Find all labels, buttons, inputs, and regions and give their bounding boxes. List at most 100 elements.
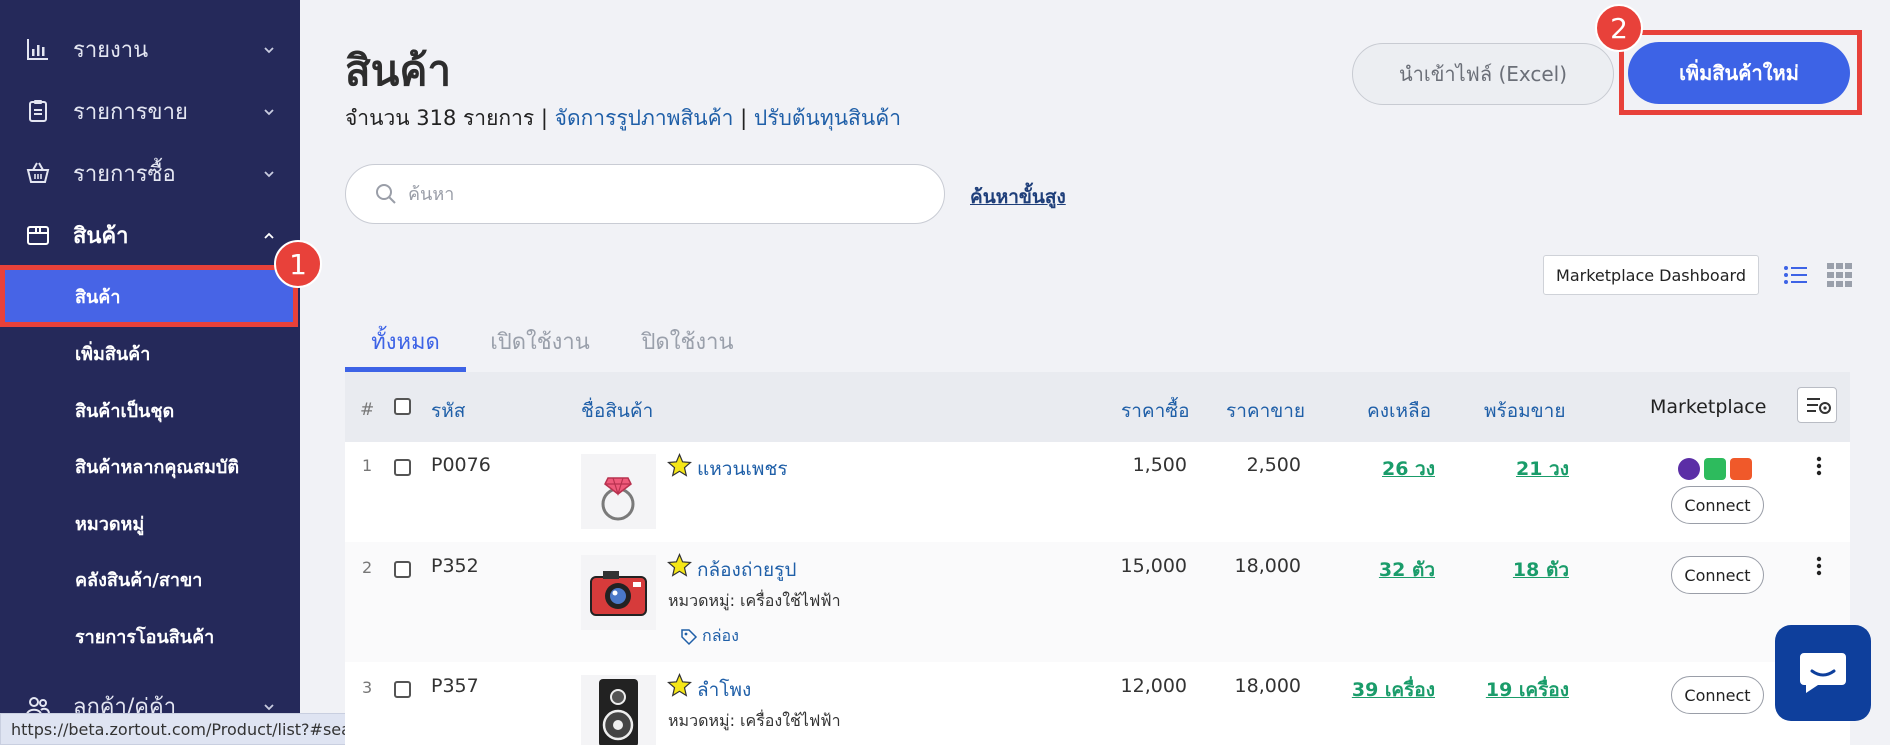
sidebar-subitem-label: รายการโอนสินค้า (75, 626, 215, 648)
table-row[interactable]: 2 P352 กล้องถ่ายรูป หมวดหมู่: เครื่องใช้… (345, 542, 1850, 662)
separator: | (740, 106, 748, 130)
product-name-link[interactable]: แหวนเพชร (697, 454, 788, 484)
col-sell-price[interactable]: ราคาขาย (1226, 396, 1305, 426)
row-checkbox[interactable] (394, 681, 411, 698)
sell-price: 18,000 (1234, 555, 1301, 577)
ready-stock-link[interactable]: 21 วง (1429, 454, 1569, 484)
row-number: 3 (362, 678, 373, 697)
connect-button[interactable]: Connect (1671, 486, 1764, 524)
tab-all[interactable]: ทั้งหมด (345, 310, 466, 372)
advanced-search-link[interactable]: ค้นหาขั้นสูง (970, 182, 1066, 212)
chat-bubble-icon (1800, 653, 1846, 693)
shopee-icon (1730, 458, 1752, 480)
product-category: หมวดหมู่: เครื่องใช้ไฟฟ้า (668, 591, 841, 610)
line-shopping-icon (1704, 458, 1726, 480)
chevron-down-icon (262, 42, 276, 56)
chat-support-button[interactable] (1775, 625, 1871, 721)
lazada-icon (1678, 458, 1700, 480)
sidebar-subitem-label: หมวดหมู่ (75, 513, 145, 535)
page-title: สินค้า (345, 46, 452, 95)
sidebar-subitem-categories[interactable]: หมวดหมู่ (0, 498, 300, 548)
ready-stock-link[interactable]: 19 เครื่อง (1429, 675, 1569, 705)
row-checkbox[interactable] (394, 459, 411, 476)
connect-button[interactable]: Connect (1671, 676, 1764, 714)
sidebar-item-purchases[interactable]: รายการซื้อ (0, 145, 300, 201)
tab-inactive[interactable]: ปิดใช้งาน (630, 310, 745, 372)
col-name[interactable]: ชื่อสินค้า (581, 396, 653, 426)
col-ready[interactable]: พร้อมขาย (1484, 396, 1565, 426)
product-name-link[interactable]: กล้องถ่ายรูป (697, 555, 796, 585)
table-row[interactable]: 1 P0076 แหวนเพชร 1,500 2,500 26 วง 21 วง… (345, 442, 1850, 542)
import-excel-button[interactable]: นำเข้าไฟล์ (Excel) (1352, 43, 1614, 105)
column-settings-icon[interactable] (1797, 387, 1837, 423)
sidebar-item-reports[interactable]: รายงาน (0, 21, 300, 77)
search-icon (373, 181, 399, 207)
col-remaining[interactable]: คงเหลือ (1367, 396, 1431, 426)
more-options-icon[interactable] (1816, 456, 1822, 476)
grid-view-icon[interactable] (1827, 263, 1853, 287)
chevron-down-icon (262, 699, 276, 713)
sidebar-item-sales[interactable]: รายการขาย (0, 83, 300, 139)
box-icon (25, 222, 51, 248)
tab-active[interactable]: เปิดใช้งาน (485, 310, 595, 372)
product-code: P352 (431, 555, 479, 577)
product-thumbnail[interactable] (581, 675, 656, 745)
product-tag[interactable]: กล่อง (680, 624, 739, 649)
more-options-icon[interactable] (1816, 556, 1822, 576)
col-buy-price[interactable]: ราคาซื้อ (1121, 396, 1190, 426)
buy-price: 12,000 (1120, 675, 1187, 697)
adjust-cost-link[interactable]: ปรับต้นทุนสินค้า (754, 106, 901, 130)
sidebar-subitem-label: เพิ่มสินค้า (75, 343, 151, 365)
sell-price: 18,000 (1234, 675, 1301, 697)
sidebar-item-label: รายการซื้อ (73, 161, 176, 187)
table-header: # รหัส ชื่อสินค้า ราคาซื้อ ราคาขาย คงเหล… (345, 372, 1850, 442)
clipboard-icon (25, 98, 51, 124)
sidebar-item-label: รายงาน (73, 37, 149, 63)
search-input[interactable] (408, 179, 908, 209)
ready-stock-link[interactable]: 18 ตัว (1429, 555, 1569, 585)
favorite-star-icon[interactable] (667, 452, 692, 478)
sell-price: 2,500 (1246, 454, 1301, 476)
col-marketplace: Marketplace (1650, 396, 1767, 418)
add-product-button[interactable]: เพิ่มสินค้าใหม่ (1628, 42, 1850, 104)
col-hash: # (360, 400, 375, 420)
favorite-star-icon[interactable] (667, 672, 692, 698)
marketplace-icons (1678, 458, 1752, 480)
connect-button[interactable]: Connect (1671, 556, 1764, 594)
sidebar-subitem-variants[interactable]: สินค้าหลากคุณสมบัติ (0, 441, 300, 491)
product-thumbnail[interactable] (581, 555, 656, 630)
remaining-stock-link[interactable]: 26 วง (1295, 454, 1435, 484)
list-view-icon[interactable] (1783, 263, 1809, 287)
remaining-stock-link[interactable]: 32 ตัว (1295, 555, 1435, 585)
favorite-star-icon[interactable] (667, 552, 692, 578)
sidebar-item-label: รายการขาย (73, 99, 188, 125)
sidebar-subitem-label: สินค้า (75, 286, 121, 308)
product-tag-label: กล่อง (702, 626, 739, 645)
remaining-stock-link[interactable]: 39 เครื่อง (1295, 675, 1435, 705)
step-badge-2: 2 (1595, 4, 1643, 52)
select-all-checkbox[interactable] (394, 398, 411, 415)
product-name-link[interactable]: ลำโพง (697, 675, 751, 705)
sidebar-subitem-warehouses[interactable]: คลังสินค้า/สาขา (0, 554, 300, 604)
sidebar: รายงาน รายการขาย รายการซื้อ สินค้า สินค้… (0, 0, 300, 745)
sidebar-subitem-products[interactable]: สินค้า (0, 265, 298, 327)
buy-price: 1,500 (1132, 454, 1187, 476)
sidebar-item-products[interactable]: สินค้า (0, 207, 300, 263)
sidebar-subitem-transfers[interactable]: รายการโอนสินค้า (0, 611, 300, 661)
table-row[interactable]: 3 P357 ลำโพง หมวดหมู่: เครื่องใช้ไฟฟ้า 1… (345, 662, 1850, 745)
buy-price: 15,000 (1120, 555, 1187, 577)
sidebar-subitem-add-product[interactable]: เพิ่มสินค้า (0, 328, 300, 378)
product-count-line: จำนวน 318 รายการ | จัดการรูปภาพสินค้า | … (345, 102, 901, 135)
sidebar-subitem-label: สินค้าหลากคุณสมบัติ (75, 456, 240, 478)
tag-icon (681, 628, 698, 645)
marketplace-dashboard-button[interactable]: Marketplace Dashboard (1543, 255, 1759, 295)
step-badge-1: 1 (274, 240, 322, 288)
product-code: P357 (431, 675, 479, 697)
chevron-up-icon (262, 228, 276, 242)
row-checkbox[interactable] (394, 561, 411, 578)
bar-chart-icon (25, 36, 51, 62)
product-thumbnail[interactable] (581, 454, 656, 529)
col-code[interactable]: รหัส (431, 396, 465, 426)
sidebar-subitem-bundles[interactable]: สินค้าเป็นชุด (0, 385, 300, 435)
manage-images-link[interactable]: จัดการรูปภาพสินค้า (555, 106, 734, 130)
